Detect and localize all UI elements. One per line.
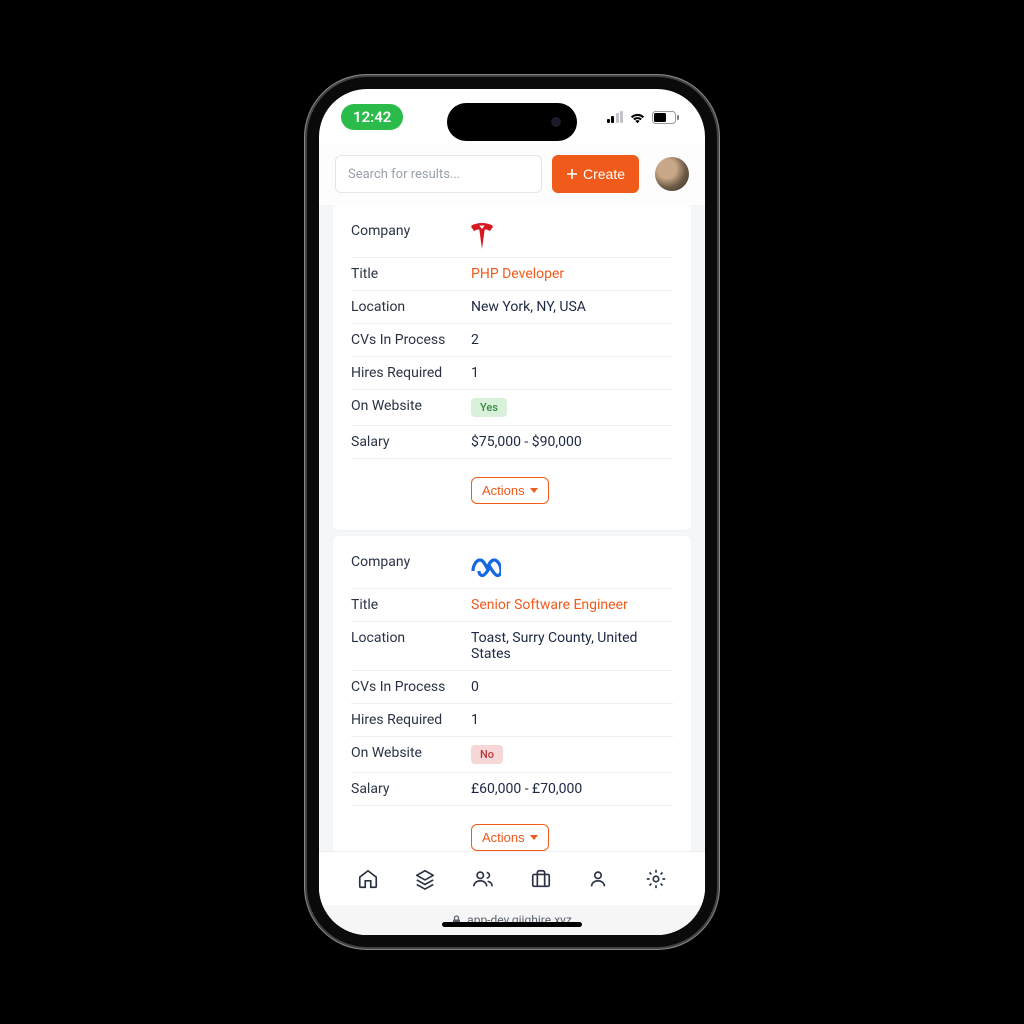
wifi-icon (629, 111, 646, 124)
job-card: Company Title Senior Software Engineer L… (333, 536, 691, 851)
nav-profile-icon[interactable] (586, 867, 610, 891)
meta-icon (471, 557, 501, 577)
field-label: CVs In Process (351, 679, 471, 695)
plus-icon (566, 168, 578, 180)
company-logo (471, 223, 673, 249)
job-hires: 1 (471, 712, 673, 728)
bottom-nav (319, 851, 705, 905)
tesla-icon (471, 223, 493, 249)
field-label: Hires Required (351, 712, 471, 728)
status-icons (607, 111, 680, 124)
job-title-link[interactable]: PHP Developer (471, 266, 673, 282)
job-list: Company Title PHP Developer Location New… (319, 205, 705, 851)
field-label: Hires Required (351, 365, 471, 381)
field-label: Title (351, 266, 471, 282)
chevron-down-icon (530, 835, 538, 840)
actions-label: Actions (482, 830, 525, 845)
app-topbar: Search for results... Create (319, 145, 705, 205)
status-badge: Yes (471, 398, 507, 417)
job-cvs: 2 (471, 332, 673, 348)
field-label: Salary (351, 781, 471, 797)
field-label: CVs In Process (351, 332, 471, 348)
avatar[interactable] (655, 157, 689, 191)
field-label: Company (351, 223, 471, 239)
field-label: On Website (351, 745, 471, 761)
nav-settings-icon[interactable] (644, 867, 668, 891)
actions-label: Actions (482, 483, 525, 498)
job-title-link[interactable]: Senior Software Engineer (471, 597, 673, 613)
job-hires: 1 (471, 365, 673, 381)
nav-layers-icon[interactable] (413, 867, 437, 891)
search-input[interactable]: Search for results... (335, 155, 542, 193)
field-label: Location (351, 630, 471, 646)
chevron-down-icon (530, 488, 538, 493)
status-badge: No (471, 745, 503, 764)
app-viewport: Search for results... Create Company Tit… (319, 145, 705, 935)
nav-people-icon[interactable] (471, 867, 495, 891)
battery-icon (652, 111, 679, 124)
field-label: On Website (351, 398, 471, 414)
field-label: Location (351, 299, 471, 315)
actions-button[interactable]: Actions (471, 477, 549, 504)
job-location: New York, NY, USA (471, 299, 673, 315)
field-label: Title (351, 597, 471, 613)
job-card: Company Title PHP Developer Location New… (333, 205, 691, 530)
status-time: 12:42 (341, 104, 403, 130)
phone-frame: 12:42 Search for results... Create Compa… (307, 77, 717, 947)
nav-home-icon[interactable] (356, 867, 380, 891)
job-salary: $75,000 - $90,000 (471, 434, 673, 450)
browser-url-bar[interactable]: app-dev.giighire.xyz (319, 905, 705, 935)
job-location: Toast, Surry County, United States (471, 630, 673, 662)
company-logo (471, 554, 673, 580)
job-salary: £60,000 - £70,000 (471, 781, 673, 797)
create-button[interactable]: Create (552, 155, 639, 193)
create-button-label: Create (583, 166, 625, 182)
actions-button[interactable]: Actions (471, 824, 549, 851)
cellular-icon (607, 111, 624, 123)
field-label: Company (351, 554, 471, 570)
home-indicator[interactable] (442, 922, 582, 927)
nav-briefcase-icon[interactable] (529, 867, 553, 891)
dynamic-island (447, 103, 577, 141)
job-cvs: 0 (471, 679, 673, 695)
field-label: Salary (351, 434, 471, 450)
